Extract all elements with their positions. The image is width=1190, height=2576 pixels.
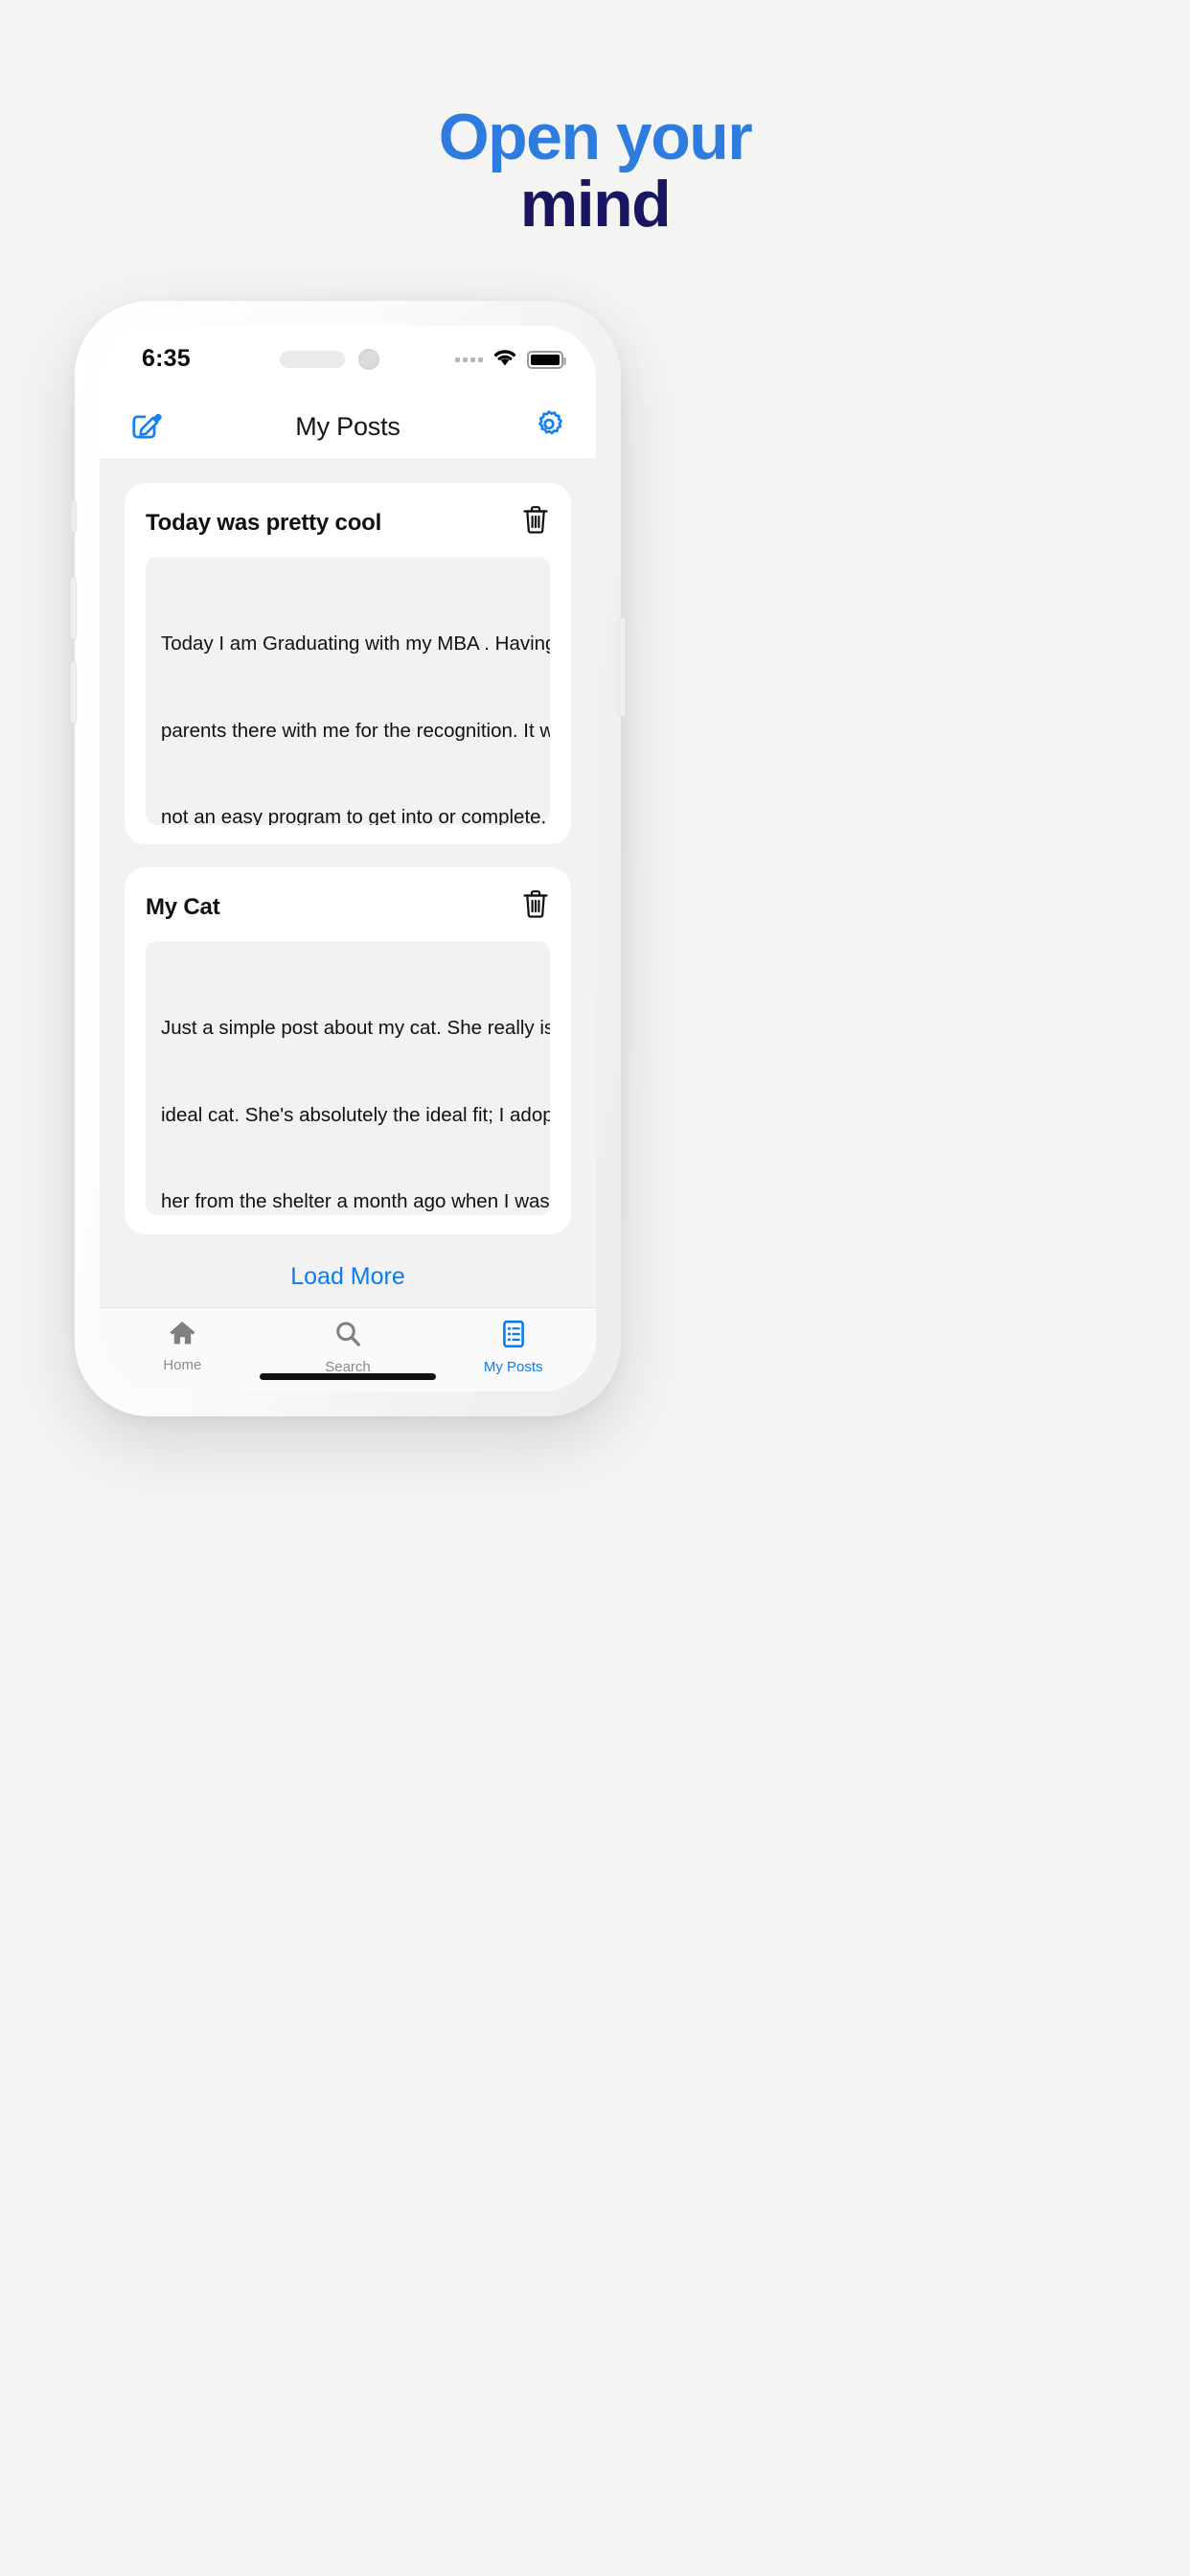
home-indicator[interactable] xyxy=(260,1373,436,1380)
marketing-headline: Open your mind xyxy=(0,104,1190,238)
compose-pencil-icon[interactable] xyxy=(130,408,163,446)
post-card[interactable]: My Cat Just a simple post about my cat. … xyxy=(125,867,571,1234)
status-bar: 6:35 xyxy=(100,326,596,395)
post-body-line: Just a simple post about my cat. She rea… xyxy=(161,1017,550,1040)
trash-icon[interactable] xyxy=(521,888,550,924)
phone-screen: 6:35 My Posts Today was pretty cool Toda… xyxy=(100,326,596,1392)
post-card[interactable]: Today was pretty cool Today I am Graduat… xyxy=(125,483,571,844)
post-body-line: her from the shelter a month ago when I … xyxy=(161,1190,550,1212)
load-more-button[interactable]: Load More xyxy=(125,1257,571,1291)
app-navbar: My Posts xyxy=(100,395,596,458)
front-camera xyxy=(358,349,379,370)
earpiece-speaker xyxy=(280,351,345,368)
trash-icon[interactable] xyxy=(521,504,550,540)
tab-my-posts[interactable]: My Posts xyxy=(430,1308,596,1392)
volume-down-button[interactable] xyxy=(70,661,77,724)
post-body-line: not an easy program to get into or compl… xyxy=(161,806,547,825)
gear-icon[interactable] xyxy=(533,408,565,446)
wifi-icon xyxy=(492,347,518,372)
post-body-line: parents there with me for the recognitio… xyxy=(161,719,550,742)
headline-line-2: mind xyxy=(519,168,672,242)
list-icon xyxy=(500,1320,527,1353)
headline-line-1: Open your xyxy=(438,101,753,173)
battery-icon xyxy=(527,350,566,369)
posts-scroll-area[interactable]: Today was pretty cool Today I am Graduat… xyxy=(100,458,596,1307)
post-title: Today was pretty cool xyxy=(146,510,382,536)
home-icon xyxy=(168,1320,196,1351)
status-bar-indicators xyxy=(455,347,566,372)
post-body-line: Today I am Graduating with my MBA . Havi… xyxy=(161,632,550,656)
page-title: My Posts xyxy=(295,411,400,441)
tab-label-my-posts: My Posts xyxy=(483,1359,543,1375)
post-body-line: ideal cat. She's absolutely the ideal fi… xyxy=(161,1103,550,1126)
tab-home[interactable]: Home xyxy=(100,1308,265,1392)
mute-switch[interactable] xyxy=(71,500,77,533)
device-body: 6:35 My Posts Today was pretty cool Toda… xyxy=(70,301,626,1416)
signal-dots-icon xyxy=(455,356,483,362)
power-button[interactable] xyxy=(619,617,626,717)
post-card-header: My Cat xyxy=(146,888,550,924)
phone-mockup: 6:35 My Posts Today was pretty cool Toda… xyxy=(70,301,1115,1416)
search-icon xyxy=(333,1320,362,1353)
post-body: Just a simple post about my cat. She rea… xyxy=(146,941,550,1215)
tab-label-home: Home xyxy=(163,1357,202,1373)
post-card-header: Today was pretty cool xyxy=(146,504,550,540)
post-body: Today I am Graduating with my MBA . Havi… xyxy=(146,557,550,825)
volume-up-button[interactable] xyxy=(70,577,77,640)
status-bar-time: 6:35 xyxy=(142,345,191,372)
post-title: My Cat xyxy=(146,894,220,920)
